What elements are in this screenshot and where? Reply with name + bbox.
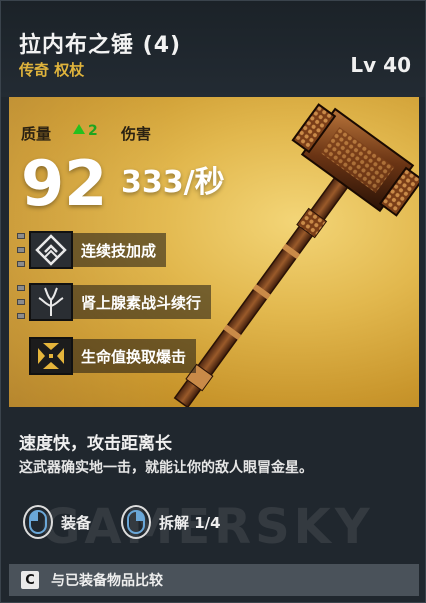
perk-adrenaline-rush[interactable]: 肾上腺素战斗续行	[17, 281, 212, 323]
damage-value: 333/秒	[121, 165, 225, 200]
quality-label: 质量	[21, 125, 52, 143]
perk-label: 生命值换取爆击	[73, 339, 197, 373]
tooltip-header: 拉内布之锤 (4) 传奇 权杖 Lv 40	[1, 1, 425, 97]
item-name: 拉内布之锤 (4)	[19, 33, 182, 58]
item-tooltip-card: 拉内布之锤 (4) 传奇 权杖 Lv 40 质量 2 伤害 92 333/秒 连…	[0, 0, 426, 603]
compare-bar[interactable]: C 与已装备物品比较	[9, 564, 419, 596]
up-arrow-icon	[73, 124, 85, 134]
perk-combo-bonus[interactable]: 连续技加成	[17, 229, 167, 271]
nerve-icon	[29, 283, 73, 321]
stats-panel: 质量 2 伤害 92 333/秒 连续技加成 肾上腺素战斗续行 生命值换取爆击	[9, 97, 419, 407]
right-mouse-icon	[121, 505, 151, 539]
equip-button[interactable]: 装备	[23, 505, 91, 539]
perk-label: 肾上腺素战斗续行	[73, 285, 212, 319]
dismantle-label: 拆解 1/4	[159, 513, 221, 532]
perk-label: 连续技加成	[73, 233, 167, 267]
keyboard-key-icon: C	[21, 571, 39, 589]
perk-tier-bars	[17, 285, 25, 319]
compare-label: 与已装备物品比较	[51, 573, 163, 589]
crosshair-arrows-icon	[29, 337, 73, 375]
description-title: 速度快，攻击距离长	[19, 434, 172, 454]
equip-label: 装备	[61, 513, 92, 532]
perk-tier-bars	[17, 233, 25, 267]
left-mouse-icon	[23, 505, 53, 539]
perk-health-for-crit[interactable]: 生命值换取爆击	[17, 335, 197, 377]
damage-label: 伤害	[121, 125, 152, 143]
dismantle-button[interactable]: 拆解 1/4	[121, 505, 221, 539]
hammer-image	[173, 103, 419, 407]
item-level: Lv 40	[350, 53, 411, 77]
quality-delta: 2	[88, 123, 98, 139]
quality-increase: 2	[73, 123, 98, 139]
quality-value: 92	[21, 147, 108, 220]
description-text: 这武器确实地一击，就能让你的敌人眼冒金星。	[19, 460, 313, 476]
diamond-chevron-icon	[29, 231, 73, 269]
item-rarity: 传奇 权杖	[19, 61, 85, 79]
